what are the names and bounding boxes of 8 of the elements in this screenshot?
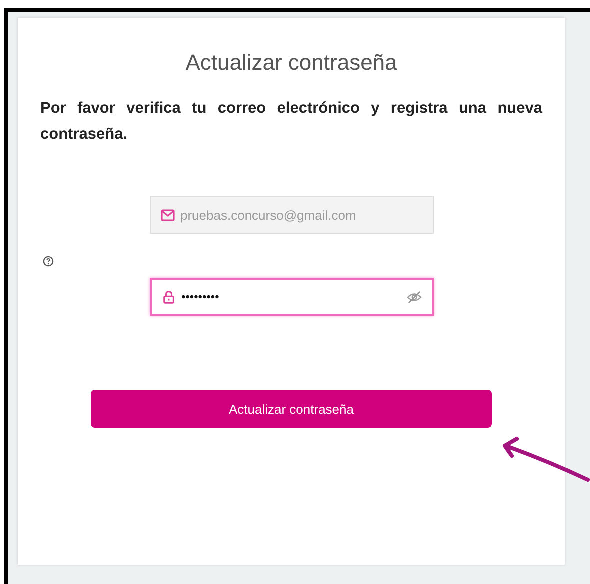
dialog-title: Actualizar contraseña xyxy=(186,50,398,76)
help-icon[interactable] xyxy=(43,256,54,267)
lock-icon xyxy=(162,290,176,304)
update-password-button[interactable]: Actualizar contraseña xyxy=(91,390,492,428)
instructions-text: Por favor verifica tu correo electrónico y registra una nueva contraseña. xyxy=(40,99,542,145)
eye-slash-icon[interactable] xyxy=(406,290,422,304)
envelope-icon xyxy=(160,208,174,222)
password-field[interactable]: ••••••••• xyxy=(150,278,434,316)
